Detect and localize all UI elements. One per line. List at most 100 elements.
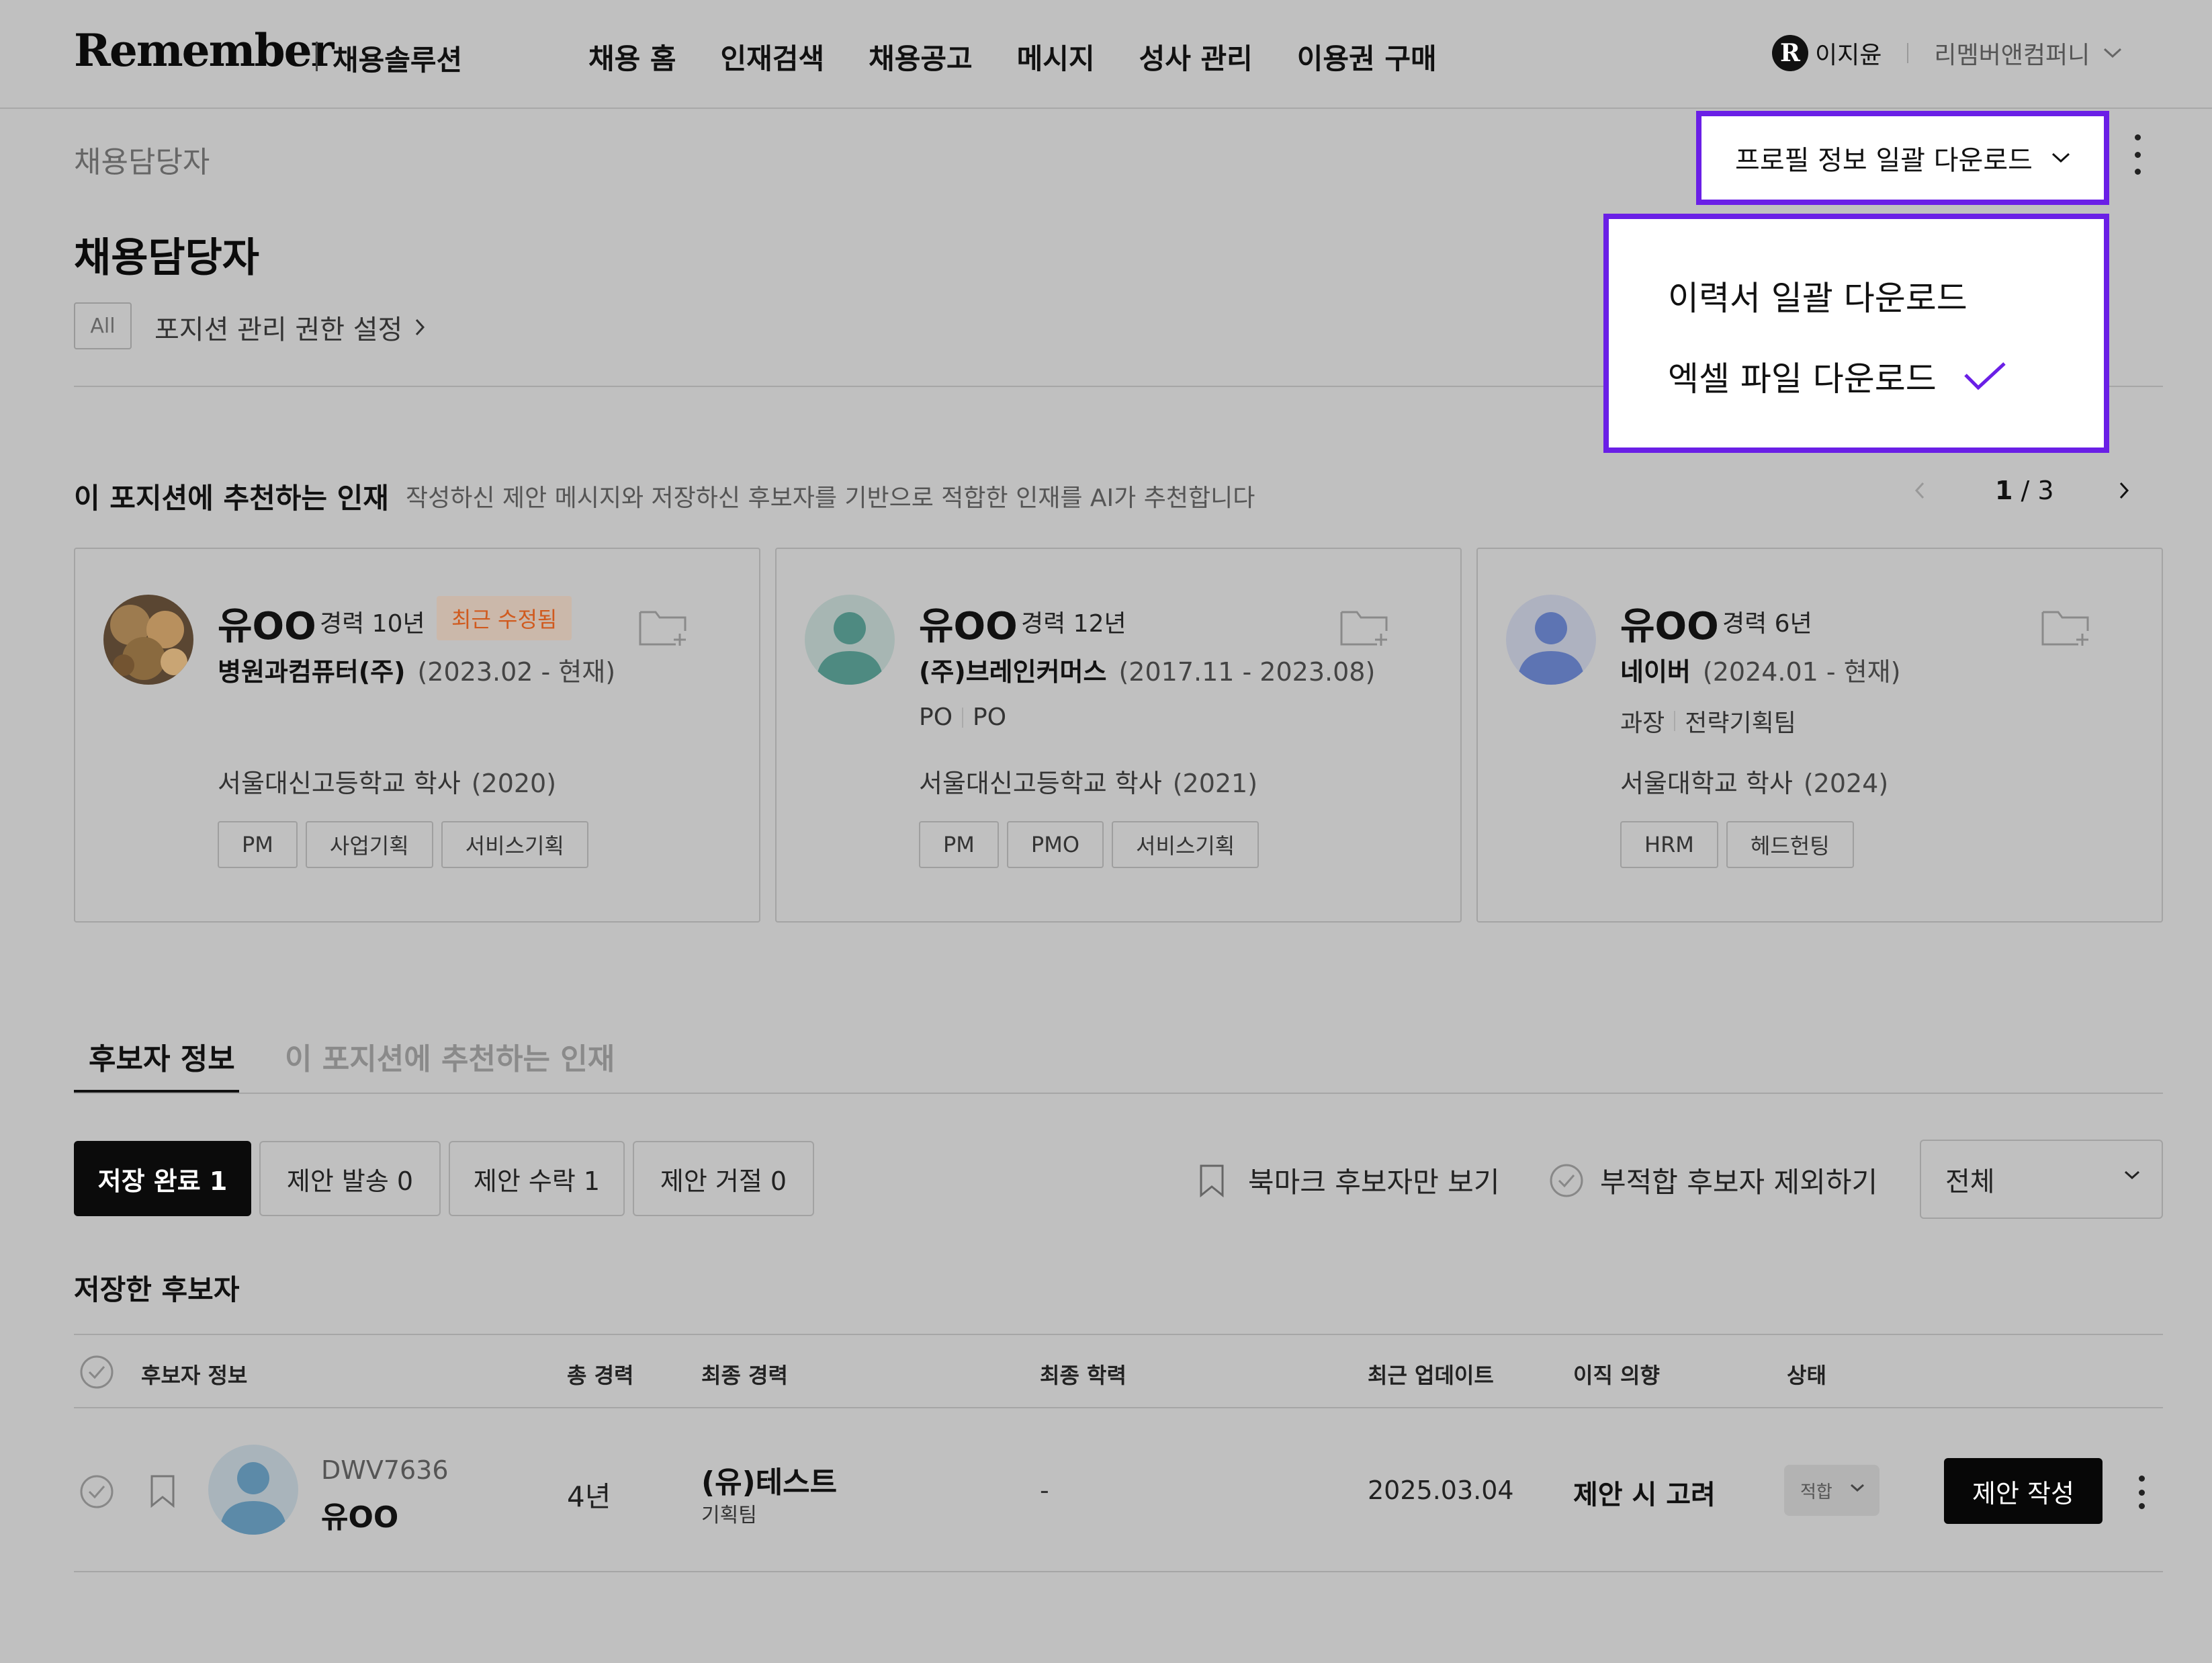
column-header-updated: 최근 업데이트 — [1368, 1363, 1494, 1388]
default-avatar-icon — [805, 595, 895, 685]
candidate-experience: 경력 12년 — [1021, 610, 1126, 638]
nav-item-job-postings[interactable]: 채용공고 — [869, 36, 973, 77]
column-header-total-experience: 총 경력 — [567, 1363, 634, 1388]
skill-tag: PMO — [1006, 821, 1104, 868]
logo-divider — [316, 42, 318, 71]
chevron-left-icon[interactable] — [1914, 480, 1925, 501]
user-avatar-badge: R — [1772, 35, 1808, 71]
skill-tag: HRM — [1620, 821, 1718, 868]
job-change-intent: 제안 시 고려 — [1573, 1480, 1716, 1510]
candidate-id: DWV7636 — [321, 1455, 449, 1485]
total-experience: 4년 — [567, 1480, 611, 1513]
nav-item-hire-management[interactable]: 성사 관리 — [1139, 36, 1253, 77]
nav-item-messages[interactable]: 메시지 — [1017, 36, 1095, 77]
last-company: (유)테스트 — [701, 1465, 838, 1500]
all-badge: All — [74, 302, 132, 349]
candidate-name[interactable]: 유OO — [321, 1493, 398, 1536]
tab-recommended-talent[interactable]: 이 포지션에 추천하는 인재 — [285, 1035, 615, 1078]
bookmark-only-toggle[interactable]: 북마크 후보자만 보기 — [1198, 1160, 1499, 1201]
select-all-checkbox[interactable] — [79, 1355, 114, 1390]
tab-candidate-info[interactable]: 후보자 정보 — [74, 1035, 239, 1094]
candidate-name: 유OO — [919, 605, 1018, 648]
column-header-education: 최종 학력 — [1040, 1363, 1126, 1388]
skill-tag: 서비스기획 — [441, 821, 588, 868]
filter-offer-rejected-button[interactable]: 제안 거절 0 — [633, 1141, 814, 1216]
candidate-school: 서울대신고등학교 학사 (2020) — [218, 769, 557, 798]
column-header-status: 상태 — [1787, 1363, 1826, 1388]
candidate-company: 네이버 (2024.01 - 현재) — [1620, 657, 1901, 687]
tab-label: 후보자 정보 — [89, 1042, 235, 1076]
more-options-icon[interactable] — [2131, 134, 2144, 175]
chevron-down-icon — [1850, 1484, 1865, 1492]
bookmark-icon — [1198, 1164, 1225, 1197]
logo-subtitle: 채용솔루션 — [333, 44, 463, 77]
nav-item-purchase-pass[interactable]: 이용권 구매 — [1297, 36, 1437, 77]
chevron-down-icon — [2051, 153, 2070, 163]
page-indicator: 1 / 3 — [1995, 476, 2054, 505]
row-checkbox[interactable] — [79, 1474, 114, 1509]
bookmark-icon[interactable] — [149, 1474, 176, 1508]
filter-offer-sent-button[interactable]: 제안 발송 0 — [259, 1141, 441, 1216]
folder-add-icon[interactable] — [638, 607, 688, 647]
recommended-candidate-card[interactable]: 유OO 경력 12년 (주)브레인커머스 (2017.11 - 2023.08) … — [775, 548, 1462, 923]
profile-bulk-download-label: 프로필 정보 일괄 다운로드 — [1735, 145, 2033, 176]
column-header-intent: 이직 의향 — [1573, 1363, 1660, 1388]
tab-divider — [74, 1093, 2163, 1094]
exclude-unfit-label: 부적합 후보자 제외하기 — [1600, 1166, 1878, 1199]
table-divider — [74, 1334, 2163, 1335]
filter-saved-button[interactable]: 저장 완료 1 — [74, 1141, 251, 1216]
more-options-icon[interactable] — [2135, 1476, 2148, 1509]
last-updated: 2025.03.04 — [1368, 1476, 1514, 1505]
candidate-company: 병원과컴퓨터(주) (2023.02 - 현재) — [218, 657, 616, 687]
recommended-candidate-card[interactable]: 유OO 경력 6년 네이버 (2024.01 - 현재) 과장 전략기획팀 서울대학… — [1476, 548, 2163, 923]
menu-item-resume-bulk-download[interactable]: 이력서 일괄 다운로드 — [1668, 271, 1967, 320]
folder-add-icon[interactable] — [1339, 607, 1389, 647]
column-header-candidate: 후보자 정보 — [141, 1363, 248, 1388]
status-select-value: 전체 — [1945, 1166, 1995, 1197]
candidate-name: 유OO — [1620, 605, 1719, 648]
breadcrumb: 채용담당자 — [74, 145, 210, 179]
write-offer-button[interactable]: 제안 작성 — [1944, 1458, 2103, 1524]
default-avatar-icon — [1506, 595, 1596, 685]
bookmark-only-label: 북마크 후보자만 보기 — [1248, 1166, 1500, 1199]
default-avatar-icon — [208, 1445, 298, 1535]
main-nav: 채용 홈 인재검색 채용공고 메시지 성사 관리 이용권 구매 — [588, 36, 1481, 77]
skill-tags: HRM 헤드헌팅 — [1620, 821, 1862, 868]
skill-tags: PM PMO 서비스기획 — [919, 821, 1267, 868]
status-dropdown[interactable]: 적합 — [1784, 1465, 1879, 1516]
recommend-pager: 1 / 3 — [1914, 476, 2129, 505]
skill-tag: 사업기획 — [305, 821, 433, 868]
download-dropdown-menu: 이력서 일괄 다운로드 엑셀 파일 다운로드 — [1603, 214, 2109, 453]
exclude-unfit-toggle[interactable]: 부적합 후보자 제외하기 — [1549, 1160, 1877, 1201]
recently-updated-badge: 최근 수정됨 — [437, 596, 572, 640]
status-select[interactable]: 전체 — [1920, 1140, 2163, 1219]
page-title: 채용담당자 — [74, 234, 259, 282]
skill-tags: PM 사업기획 서비스기획 — [218, 821, 596, 868]
candidate-experience: 경력 10년 — [320, 610, 425, 638]
nav-item-talent-search[interactable]: 인재검색 — [721, 36, 825, 77]
top-navigation-bar: Remember 채용솔루션 채용 홈 인재검색 채용공고 메시지 성사 관리 … — [0, 0, 2212, 109]
position-permission-link[interactable]: 포지션 관리 권한 설정 — [154, 308, 425, 347]
nav-item-recruit-home[interactable]: 채용 홈 — [588, 36, 676, 77]
position-permission-label: 포지션 관리 권한 설정 — [154, 314, 403, 345]
candidate-school: 서울대학교 학사 (2024) — [1620, 769, 1889, 798]
recommended-candidate-card[interactable]: 유OO 경력 10년 최근 수정됨 병원과컴퓨터(주) (2023.02 - 현재… — [74, 548, 760, 923]
saved-candidates-title: 저장한 후보자 — [74, 1273, 240, 1306]
chevron-right-icon[interactable] — [2119, 480, 2129, 501]
user-menu[interactable]: R 이지윤 리멤버앤컴퍼니 — [1772, 35, 2122, 71]
candidate-experience: 경력 6년 — [1722, 610, 1812, 638]
skill-tag: 헤드헌팅 — [1726, 821, 1854, 868]
recommend-section-description: 작성하신 제안 메시지와 저장하신 후보자를 기반으로 적합한 인재를 AI가 … — [406, 484, 1255, 512]
menu-item-excel-download[interactable]: 엑셀 파일 다운로드 — [1668, 352, 2006, 400]
menu-item-label: 이력서 일괄 다운로드 — [1668, 279, 1967, 318]
column-header-last-career: 최종 경력 — [701, 1363, 788, 1388]
last-team: 기획팀 — [701, 1504, 757, 1527]
candidate-role: PO PO — [919, 703, 1007, 731]
remember-logo[interactable]: Remember — [74, 24, 334, 77]
user-divider — [1907, 43, 1909, 63]
chevron-down-icon — [2124, 1170, 2140, 1180]
skill-tag: 서비스기획 — [1112, 821, 1259, 868]
filter-offer-accepted-button[interactable]: 제안 수락 1 — [449, 1141, 625, 1216]
folder-add-icon[interactable] — [2041, 607, 2090, 647]
profile-bulk-download-button[interactable]: 프로필 정보 일괄 다운로드 — [1696, 111, 2109, 205]
